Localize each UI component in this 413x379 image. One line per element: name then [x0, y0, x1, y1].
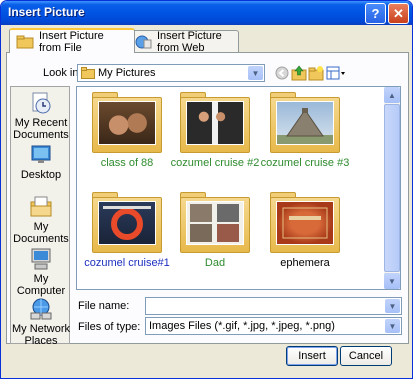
place-label: My Documents — [13, 221, 69, 245]
recent-documents-icon — [29, 91, 53, 115]
folder-item[interactable]: cozumel cruise#1 — [82, 191, 172, 269]
folder-item[interactable]: Dad — [170, 191, 260, 269]
look-in-value: My Pictures — [98, 67, 156, 79]
item-label: cozumel cruise #3 — [260, 157, 350, 169]
folder-thumbnail — [270, 191, 340, 253]
views-menu-icon[interactable] — [326, 65, 346, 81]
place-label: Desktop — [20, 169, 62, 181]
title-bar[interactable]: Insert Picture ? ✕ — [1, 1, 412, 25]
folder-thumbnail — [180, 91, 250, 153]
file-name-input[interactable]: ▼ — [145, 297, 402, 315]
place-my-network-places[interactable]: My Network Places — [11, 297, 71, 347]
folder-thumbnail — [180, 191, 250, 253]
vertical-scrollbar[interactable]: ▲ ▼ — [384, 87, 400, 289]
folder-item[interactable]: cozumel cruise #3 — [260, 91, 350, 169]
help-button[interactable]: ? — [365, 3, 386, 24]
back-icon[interactable] — [274, 65, 290, 81]
folder-thumbnail — [92, 191, 162, 253]
places-bar: My Recent Documents Desktop My Documents… — [10, 86, 71, 347]
folder-thumbnail — [270, 91, 340, 153]
files-of-type-value: Images Files (*.gif, *.jpg, *.jpeg, *.pn… — [149, 320, 335, 332]
folder-icon — [16, 35, 34, 49]
folder-item[interactable]: ephemera — [260, 191, 350, 269]
chevron-down-icon: ▼ — [385, 299, 400, 313]
scroll-down-icon[interactable]: ▼ — [384, 273, 400, 289]
network-places-icon — [29, 297, 53, 321]
place-label: My Network Places — [11, 323, 71, 347]
item-label: class of 88 — [100, 157, 154, 169]
files-of-type-label: Files of type: — [78, 321, 141, 333]
folder-thumbnail — [92, 91, 162, 153]
up-folder-icon[interactable] — [291, 65, 307, 81]
my-documents-icon — [29, 195, 53, 219]
insert-picture-dialog: Insert Picture ? ✕ Insert Picture from F… — [0, 0, 413, 379]
close-icon: ✕ — [393, 5, 404, 21]
desktop-icon — [29, 143, 53, 167]
item-label: ephemera — [280, 257, 330, 269]
item-label: Dad — [204, 257, 226, 269]
tab-insert-from-file[interactable]: Insert Picture from File — [9, 28, 135, 54]
place-my-computer[interactable]: My Computer — [11, 247, 71, 297]
tab-insert-from-web[interactable]: Insert Picture from Web — [127, 29, 239, 54]
scroll-up-icon[interactable]: ▲ — [384, 87, 400, 103]
folder-item[interactable]: class of 88 — [82, 91, 172, 169]
tab-label: Insert Picture from Web — [157, 29, 222, 54]
file-list[interactable]: class of 88 cozumel cruise #2 cozumel cr… — [76, 86, 401, 290]
place-desktop[interactable]: Desktop — [11, 143, 71, 181]
place-label: My Computer — [16, 273, 66, 297]
close-button[interactable]: ✕ — [388, 3, 409, 24]
scroll-thumb[interactable] — [384, 104, 400, 272]
folder-icon — [81, 67, 95, 79]
new-folder-icon[interactable] — [308, 65, 324, 81]
dialog-title: Insert Picture — [8, 5, 85, 19]
chevron-down-icon: ▼ — [385, 319, 400, 333]
insert-button[interactable]: Insert — [286, 346, 338, 366]
folder-item[interactable]: cozumel cruise #2 — [170, 91, 260, 169]
tab-label: Insert Picture from File — [39, 29, 104, 54]
look-in-combo[interactable]: My Pictures ▼ — [77, 64, 265, 82]
place-my-recent-documents[interactable]: My Recent Documents — [11, 91, 71, 141]
my-computer-icon — [29, 247, 53, 271]
place-label: My Recent Documents — [13, 117, 69, 141]
place-my-documents[interactable]: My Documents — [11, 195, 71, 245]
look-in-label: Look in: — [43, 67, 82, 79]
chevron-down-icon: ▼ — [248, 66, 263, 80]
file-name-label: File name: — [78, 300, 130, 312]
cancel-button[interactable]: Cancel — [340, 346, 392, 366]
item-label: cozumel cruise #2 — [170, 157, 260, 169]
globe-icon — [134, 35, 152, 49]
item-label: cozumel cruise#1 — [84, 257, 170, 269]
files-of-type-select[interactable]: Images Files (*.gif, *.jpg, *.jpeg, *.pn… — [145, 317, 402, 335]
